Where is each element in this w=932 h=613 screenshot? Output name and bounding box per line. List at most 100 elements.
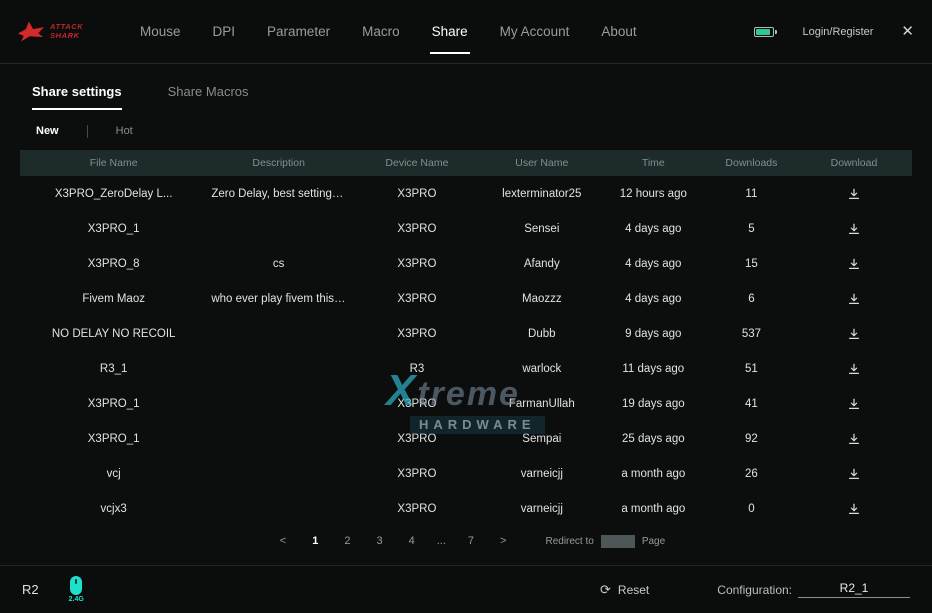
cell-time: 19 days ago — [600, 398, 707, 410]
battery-icon — [754, 27, 774, 37]
connection-status[interactable]: 2.4G — [69, 576, 84, 603]
reset-button[interactable]: ⟳ Reset — [600, 582, 649, 598]
cell-device-name: X3PRO — [350, 503, 484, 515]
share-page: Share settings Share Macros New Hot File… — [0, 84, 932, 551]
cell-user-name: Sensei — [484, 223, 600, 235]
prev-page-button[interactable]: < — [280, 535, 286, 547]
close-icon[interactable]: ✕ — [901, 24, 914, 39]
table-row[interactable]: vcj X3PRO varneicjj a month ago 26 — [20, 456, 912, 491]
table-row[interactable]: X3PRO_8 cs X3PRO Afandy 4 days ago 15 — [20, 246, 912, 281]
cell-downloads: 5 — [707, 223, 796, 235]
table-row[interactable]: Fivem Maoz who ever play fivem this is f… — [20, 281, 912, 316]
nav-tab-mouse[interactable]: Mouse — [140, 18, 181, 45]
nav-tab-macro[interactable]: Macro — [362, 18, 400, 45]
nav-tab-my-account[interactable]: My Account — [500, 18, 570, 45]
brand-logo: ATTACK SHARK — [18, 22, 114, 42]
configuration-group: Configuration: R2_1 — [717, 581, 910, 598]
table-row[interactable]: X3PRO_ZeroDelay L... Zero Delay, best se… — [20, 176, 912, 211]
page-number-7[interactable]: 7 — [468, 535, 474, 547]
column-header-user-name: User Name — [484, 157, 600, 169]
download-button[interactable] — [796, 397, 912, 411]
column-header-file-name: File Name — [20, 157, 207, 169]
download-button[interactable] — [796, 502, 912, 516]
reset-icon: ⟳ — [600, 582, 611, 598]
table-row[interactable]: X3PRO_1 X3PRO Sempai 25 days ago 92 — [20, 421, 912, 456]
download-icon — [847, 187, 861, 201]
cell-downloads: 41 — [707, 398, 796, 410]
redirect-page-input[interactable] — [601, 535, 635, 548]
page-number-4[interactable]: 4 — [409, 535, 415, 547]
cell-description: cs — [207, 258, 350, 270]
cell-downloads: 537 — [707, 328, 796, 340]
login-register-link[interactable]: Login/Register — [802, 26, 873, 38]
cell-file-name: X3PRO_1 — [20, 223, 207, 235]
download-icon — [847, 467, 861, 481]
redirect-group: Redirect to Page — [545, 535, 665, 548]
page-number-1[interactable]: 1 — [312, 535, 318, 547]
cell-file-name: R3_1 — [20, 363, 207, 375]
page-label: Page — [642, 536, 665, 547]
battery-fill — [756, 29, 770, 35]
sort-divider — [87, 125, 88, 138]
share-tab-bar: Share settings Share Macros — [32, 84, 912, 110]
download-button[interactable] — [796, 222, 912, 236]
cell-user-name: varneicjj — [484, 468, 600, 480]
nav-tab-dpi[interactable]: DPI — [213, 18, 236, 45]
column-header-device-name: Device Name — [350, 157, 484, 169]
page-number-3[interactable]: 3 — [376, 535, 382, 547]
cell-user-name: Maozzz — [484, 293, 600, 305]
cell-file-name: X3PRO_8 — [20, 258, 207, 270]
table-row[interactable]: X3PRO_1 X3PRO FarmanUllah 19 days ago 41 — [20, 386, 912, 421]
configuration-value[interactable]: R2_1 — [798, 581, 910, 598]
cell-downloads: 51 — [707, 363, 796, 375]
page-number-2[interactable]: 2 — [344, 535, 350, 547]
cell-user-name: varneicjj — [484, 503, 600, 515]
download-icon — [847, 502, 861, 516]
cell-user-name: warlock — [484, 363, 600, 375]
download-button[interactable] — [796, 257, 912, 271]
download-button[interactable] — [796, 432, 912, 446]
download-icon — [847, 327, 861, 341]
bottom-bar: R2 2.4G ⟳ Reset Configuration: R2_1 — [0, 565, 932, 613]
cell-time: 11 days ago — [600, 363, 707, 375]
cell-time: a month ago — [600, 468, 707, 480]
cell-time: 25 days ago — [600, 433, 707, 445]
cell-device-name: X3PRO — [350, 328, 484, 340]
tab-share-macros[interactable]: Share Macros — [168, 84, 249, 110]
sort-tab-hot[interactable]: Hot — [116, 125, 133, 137]
page-ellipsis: ... — [437, 535, 446, 547]
nav-tab-about[interactable]: About — [601, 18, 636, 45]
table-row[interactable]: vcjx3 X3PRO varneicjj a month ago 0 — [20, 491, 912, 526]
cell-downloads: 15 — [707, 258, 796, 270]
cell-file-name: vcjx3 — [20, 503, 207, 515]
download-button[interactable] — [796, 292, 912, 306]
cell-user-name: Afandy — [484, 258, 600, 270]
download-button[interactable] — [796, 467, 912, 481]
cell-time: 4 days ago — [600, 258, 707, 270]
nav-tab-share[interactable]: Share — [432, 18, 468, 45]
download-button[interactable] — [796, 187, 912, 201]
table-row[interactable]: X3PRO_1 X3PRO Sensei 4 days ago 5 — [20, 211, 912, 246]
cell-device-name: X3PRO — [350, 433, 484, 445]
column-header-time: Time — [600, 157, 707, 169]
cell-user-name: Dubb — [484, 328, 600, 340]
download-icon — [847, 397, 861, 411]
page-list: <1 2 3 4... 7 > — [267, 535, 520, 547]
download-button[interactable] — [796, 327, 912, 341]
nav-tab-parameter[interactable]: Parameter — [267, 18, 330, 45]
cell-downloads: 11 — [707, 188, 796, 200]
cell-time: 9 days ago — [600, 328, 707, 340]
cell-time: 4 days ago — [600, 223, 707, 235]
sort-tab-new[interactable]: New — [36, 125, 59, 137]
cell-file-name: vcj — [20, 468, 207, 480]
tab-share-settings[interactable]: Share settings — [32, 84, 122, 110]
cell-file-name: NO DELAY NO RECOIL — [20, 328, 207, 340]
connection-label: 2.4G — [69, 596, 84, 603]
next-page-button[interactable]: > — [500, 535, 506, 547]
table-row[interactable]: NO DELAY NO RECOIL X3PRO Dubb 9 days ago… — [20, 316, 912, 351]
table-header-row: File NameDescriptionDevice NameUser Name… — [20, 150, 912, 176]
download-button[interactable] — [796, 362, 912, 376]
cell-file-name: X3PRO_1 — [20, 398, 207, 410]
device-name: R2 — [22, 582, 39, 597]
table-row[interactable]: R3_1 R3 warlock 11 days ago 51 — [20, 351, 912, 386]
